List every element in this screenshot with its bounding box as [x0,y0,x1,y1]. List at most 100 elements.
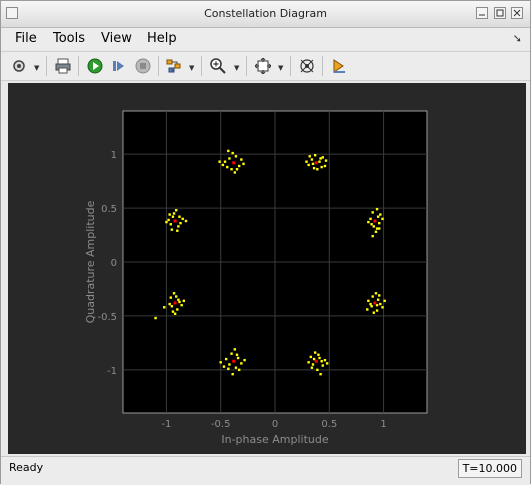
data-point [318,356,321,360]
data-point [367,299,370,303]
x-tick-label: 0 [272,419,278,430]
data-point [374,230,378,233]
data-point [235,168,239,171]
data-point [310,158,314,161]
y-tick-label: 1 [111,150,117,161]
data-point [218,160,221,163]
data-point [243,358,246,362]
data-point [319,372,322,376]
data-point [154,316,157,320]
data-point [311,162,315,166]
data-point [321,156,324,159]
data-point [219,361,222,364]
reference-point [373,301,377,305]
data-point [172,292,176,295]
data-point [366,308,369,311]
data-point [242,162,245,166]
data-point [180,303,183,307]
data-point [370,305,373,308]
data-point [375,227,379,230]
data-point [237,164,241,168]
reference-point [232,161,236,165]
data-point [171,215,175,218]
data-point [320,165,323,169]
x-tick-label: 1 [380,419,386,430]
data-point [378,294,381,297]
data-point [240,362,243,365]
x-axis-label: In-phase Amplitude [221,433,328,446]
data-point [168,213,171,216]
x-tick-label: -1 [161,419,171,430]
data-point [177,225,180,228]
data-point [319,157,322,160]
data-point [175,209,178,212]
data-point [170,228,174,231]
reference-point [173,301,177,305]
data-point [371,234,374,238]
data-point [381,217,384,221]
data-point [376,215,380,218]
data-point [307,163,310,167]
data-point [379,213,382,216]
reference-point [173,219,177,223]
data-point [222,365,226,368]
data-point [308,155,311,158]
reference-point [314,359,318,363]
data-point [372,311,375,314]
data-point [323,164,327,168]
x-tick-label: -0.5 [211,419,231,430]
data-point [371,211,374,214]
data-point [167,218,170,222]
data-point [233,348,237,351]
data-point [227,367,230,370]
data-point [235,353,239,356]
data-point [179,221,182,225]
data-point [176,229,179,232]
data-point [171,310,175,313]
data-point [374,292,378,295]
data-point [375,207,379,211]
data-point [311,363,315,366]
reference-point [232,359,236,363]
y-tick-label: -0.5 [97,312,117,323]
data-point [369,302,372,306]
data-point [178,215,181,218]
time-readout: T=10.000 [457,459,522,478]
data-point [224,357,228,361]
data-point [378,221,381,225]
data-point [231,151,234,155]
y-tick-label: 0.5 [101,204,117,215]
data-point [231,372,234,376]
data-point [178,300,181,304]
data-point [182,299,185,303]
data-point [323,358,327,362]
y-axis-label: Quadrature Amplitude [84,200,97,323]
data-point [376,298,380,301]
data-point [316,168,319,171]
data-point [181,217,184,221]
reference-point [373,219,377,223]
data-point [168,302,171,306]
constellation-plot[interactable]: -1 -0.5 0 0.5 1 1 0.5 0 -0.5 -1 In-phase Amplitud… [1,1,531,485]
data-point [318,160,321,163]
data-point [305,160,308,163]
data-point [310,366,314,369]
data-point [312,166,316,170]
data-point [236,356,240,360]
data-point [325,362,329,365]
data-point [227,149,230,153]
data-point [170,305,174,308]
data-point [372,225,375,228]
data-point [169,223,172,226]
data-point [230,168,233,171]
data-point [379,302,382,306]
data-point [230,352,233,355]
data-point [324,159,328,162]
data-point [383,299,386,303]
data-point [165,220,168,224]
data-point [369,217,372,221]
data-point [226,165,229,169]
data-point [173,312,177,315]
data-point [169,296,172,299]
app-window: Constellation Diagram File Tools View He… [0,0,531,484]
